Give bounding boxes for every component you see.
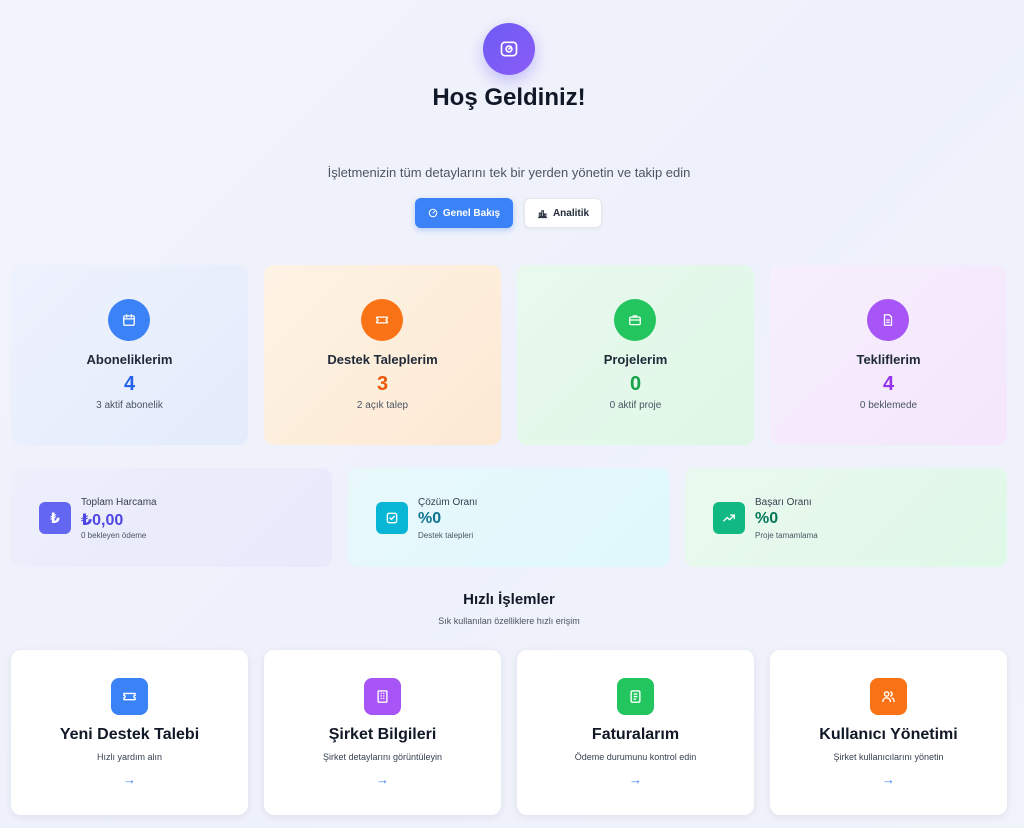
action-title: Şirket Bilgileri [328,726,437,743]
calendar-icon [123,314,135,326]
action-invoices[interactable]: Faturalarım Ödeme durumunu kontrol edin … [517,650,754,815]
stat-icon-circle [108,299,150,341]
stat-label: Projelerim [603,352,668,367]
stat-note: 3 aktif abonelik [96,400,163,411]
metric-label: Çözüm Oranı [418,497,478,508]
metric-icon-box: ₺ [39,502,71,534]
quick-actions-subtitle: Sık kullanılan özelliklere hızlı erişim [438,616,580,626]
briefcase-icon [629,315,641,326]
tab-analytics-label: Analitik [552,207,590,219]
ticket-icon [123,692,136,701]
stat-note: 2 açık talep [356,400,409,411]
action-icon-box [364,678,401,715]
metric-value: %0 [418,510,442,527]
metric-note: Proje tamamlama [755,531,818,540]
tab-overview-label: Genel Bakış [442,207,501,219]
metric-card-success-rate: Başarı Oranı %0 Proje tamamlama [685,468,1007,567]
action-note: Hızlı yardım alın [96,752,163,762]
stat-note: 0 aktif proje [609,400,662,411]
arrow-right-icon[interactable]: → [770,772,1007,787]
gauge-icon [500,41,518,57]
stat-icon-circle [867,299,909,341]
arrow-right-icon[interactable]: → [264,772,501,787]
stat-value: 4 [882,373,895,395]
stat-label: Tekliflerim [856,352,921,367]
action-icon-box [870,678,907,715]
lira-icon: ₺ [50,509,60,526]
page-subtitle: İşletmenizin tüm detaylarını tek bir yer… [327,165,691,180]
metric-icon-box [376,502,408,534]
tab-analytics[interactable]: Analitik [524,198,602,228]
metric-icon-box [713,502,745,534]
action-note: Şirket kullanıcılarını yönetin [833,752,944,762]
gauge-icon [428,208,438,218]
stat-icon-circle [614,299,656,341]
action-user-management[interactable]: Kullanıcı Yönetimi Şirket kullanıcıların… [770,650,1007,815]
receipt-icon [630,690,641,703]
action-title: Kullanıcı Yönetimi [819,726,958,743]
metric-label: Başarı Oranı [755,497,812,508]
users-icon [882,691,895,703]
action-title: Faturalarım [591,726,680,743]
stat-card-offers[interactable]: Tekliflerim 4 0 beklemede [770,265,1007,445]
tab-overview[interactable]: Genel Bakış [415,198,513,228]
action-new-support-ticket[interactable]: Yeni Destek Talebi Hızlı yardım alın → [11,650,248,815]
metric-note: Destek talepleri [418,531,474,540]
metric-value: %0 [755,510,779,527]
stat-value: 3 [376,373,389,395]
document-icon [883,314,893,326]
metric-note: 0 bekleyen ödeme [81,531,147,540]
metric-card-total-spending: ₺ Toplam Harcama ₺0,00 0 bekleyen ödeme [11,468,332,567]
metric-value: ₺0,00 [81,512,124,529]
metric-label: Toplam Harcama [81,497,157,508]
arrow-right-icon[interactable]: → [517,772,754,787]
stat-icon-circle [361,299,403,341]
metric-card-resolution-rate: Çözüm Oranı %0 Destek talepleri [348,468,669,567]
stat-value: 0 [629,373,642,395]
action-note: Şirket detaylarını görüntüleyin [322,752,443,762]
action-icon-box [617,678,654,715]
action-note: Ödeme durumunu kontrol edin [574,752,697,762]
arrow-right-icon[interactable]: → [11,772,248,787]
ticket-icon [376,316,388,324]
building-icon [377,690,388,703]
stat-label: Aboneliklerim [86,352,173,367]
stat-note: 0 beklemede [859,400,918,411]
action-company-info[interactable]: Şirket Bilgileri Şirket detaylarını görü… [264,650,501,815]
stat-value: 4 [123,373,136,395]
action-icon-box [111,678,148,715]
stat-label: Destek Taleplerim [327,352,438,367]
check-square-icon [386,512,398,524]
trending-up-icon [723,514,735,522]
stat-card-support-tickets[interactable]: Destek Taleplerim 3 2 açık talep [264,265,501,445]
bar-chart-icon [537,209,548,218]
stat-card-subscriptions[interactable]: Aboneliklerim 4 3 aktif abonelik [11,265,248,445]
quick-actions-title: Hızlı İşlemler [463,591,555,608]
action-title: Yeni Destek Talebi [59,726,200,743]
page-title: Hoş Geldiniz! [432,84,586,111]
dashboard-logo [483,23,535,75]
stat-card-projects[interactable]: Projelerim 0 0 aktif proje [517,265,754,445]
